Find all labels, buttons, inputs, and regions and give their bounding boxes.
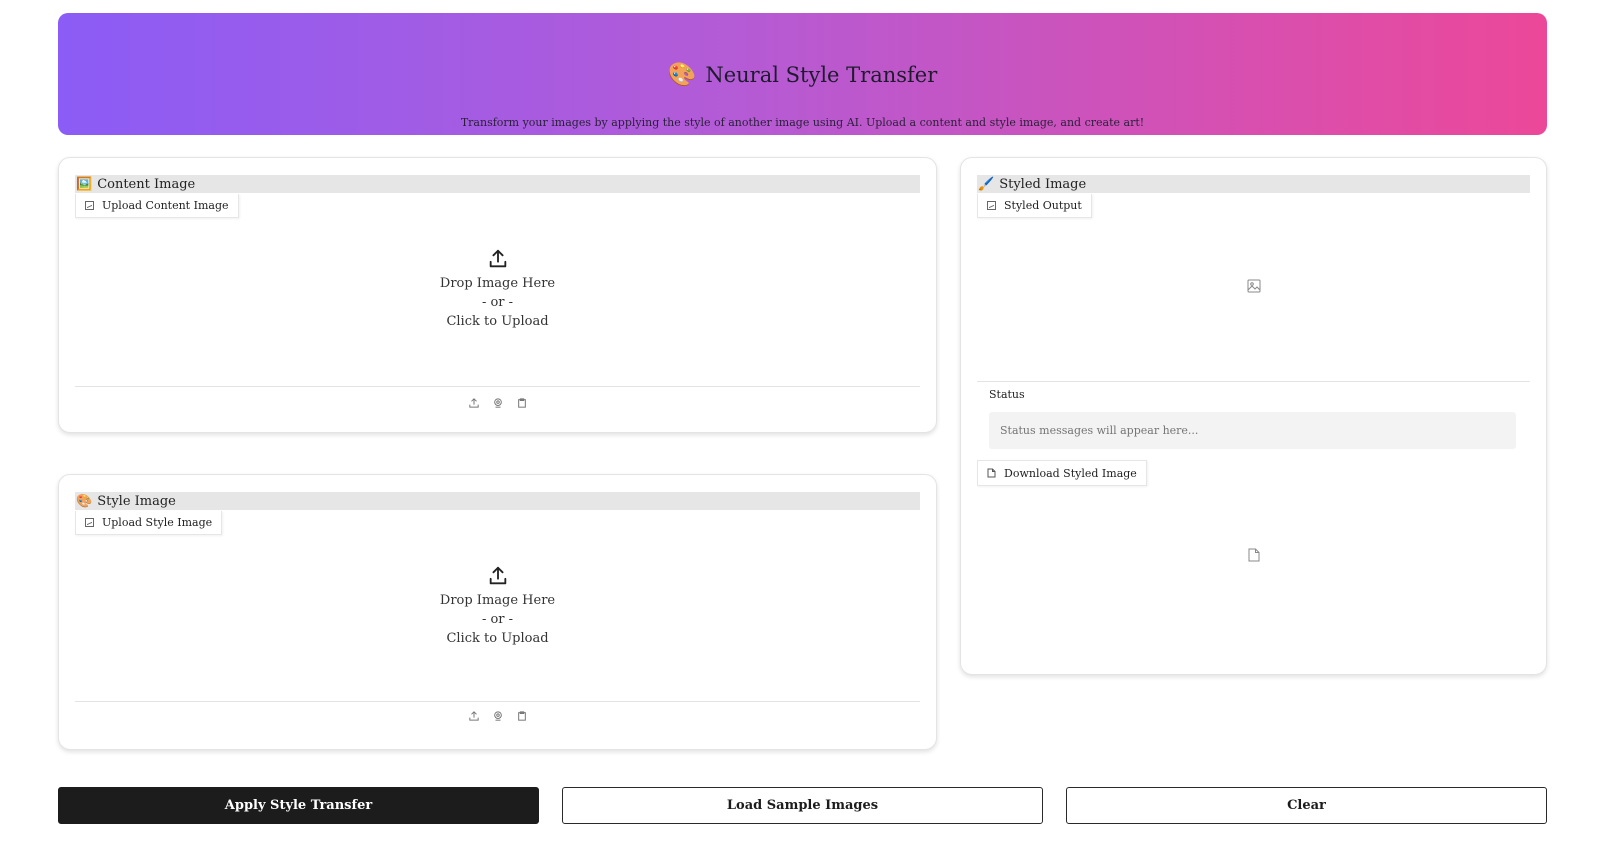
file-placeholder-icon xyxy=(1248,548,1260,562)
upload-icon xyxy=(489,566,506,585)
app-header: 🎨 Neural Style Transfer Transform your i… xyxy=(58,13,1547,135)
image-placeholder-icon xyxy=(1247,279,1261,293)
paintbrush-icon: 🖌️ xyxy=(978,176,995,192)
style-image-panel: 🎨 Style Image Upload Style Image Drop Im… xyxy=(58,474,937,750)
drop-text: Drop Image Here xyxy=(439,593,556,608)
divider xyxy=(75,701,920,702)
content-image-label: 🖼️ Content Image xyxy=(75,175,920,193)
content-image-label-text: Content Image xyxy=(97,176,196,192)
tab-label: Upload Style Image xyxy=(102,516,213,529)
upload-icon[interactable] xyxy=(468,398,479,408)
content-image-panel: 🖼️ Content Image Upload Content Image Dr… xyxy=(58,157,937,433)
tab-label: Upload Content Image xyxy=(102,199,229,212)
download-label: Download Styled Image xyxy=(1004,466,1137,480)
content-image-dropzone[interactable]: Drop Image Here - or - Click to Upload xyxy=(59,248,936,331)
styled-image-panel: 🖌️ Styled Image Styled Output Status Dow… xyxy=(960,157,1547,675)
clipboard-icon[interactable] xyxy=(517,711,527,721)
title-row: 🎨 Neural Style Transfer xyxy=(58,63,1547,87)
file-icon xyxy=(987,468,996,478)
download-styled-image-button[interactable]: Download Styled Image xyxy=(977,460,1147,486)
status-label: Status xyxy=(989,388,1025,401)
click-to-upload-text: Click to Upload xyxy=(446,314,549,329)
upload-icon xyxy=(489,249,506,268)
page-title: Neural Style Transfer xyxy=(705,63,938,87)
tab-upload-style-image[interactable]: Upload Style Image xyxy=(75,511,223,535)
palette-icon: 🎨 xyxy=(667,61,697,88)
palette-icon: 🎨 xyxy=(76,493,93,509)
divider xyxy=(977,381,1530,382)
image-icon xyxy=(987,201,996,210)
clear-button[interactable]: Clear xyxy=(1066,787,1547,824)
webcam-icon[interactable] xyxy=(493,398,503,408)
style-image-label: 🎨 Style Image xyxy=(75,492,920,510)
style-image-dropzone[interactable]: Drop Image Here - or - Click to Upload xyxy=(59,565,936,648)
status-field[interactable] xyxy=(989,412,1516,449)
styled-image-label-text: Styled Image xyxy=(999,176,1087,192)
divider xyxy=(75,386,920,387)
style-image-label-text: Style Image xyxy=(97,493,176,509)
load-sample-images-button[interactable]: Load Sample Images xyxy=(562,787,1043,824)
page-subtitle: Transform your images by applying the st… xyxy=(460,116,1145,129)
drop-text: Drop Image Here xyxy=(439,276,556,291)
click-to-upload-text: Click to Upload xyxy=(446,631,549,646)
upload-icon[interactable] xyxy=(468,711,479,721)
styled-image-label: 🖌️ Styled Image xyxy=(977,175,1530,193)
tab-styled-output: Styled Output xyxy=(977,194,1092,218)
framed-picture-icon: 🖼️ xyxy=(76,176,93,192)
tab-upload-content-image[interactable]: Upload Content Image xyxy=(75,194,239,218)
clipboard-icon[interactable] xyxy=(517,398,527,408)
image-icon xyxy=(85,201,94,210)
source-toolbar xyxy=(59,398,936,408)
apply-style-transfer-button[interactable]: Apply Style Transfer xyxy=(58,787,539,824)
source-toolbar xyxy=(59,711,936,721)
drop-or-text: - or - xyxy=(481,295,514,310)
image-icon xyxy=(85,518,94,527)
tab-label: Styled Output xyxy=(1004,199,1082,212)
drop-or-text: - or - xyxy=(481,612,514,627)
webcam-icon[interactable] xyxy=(493,711,503,721)
